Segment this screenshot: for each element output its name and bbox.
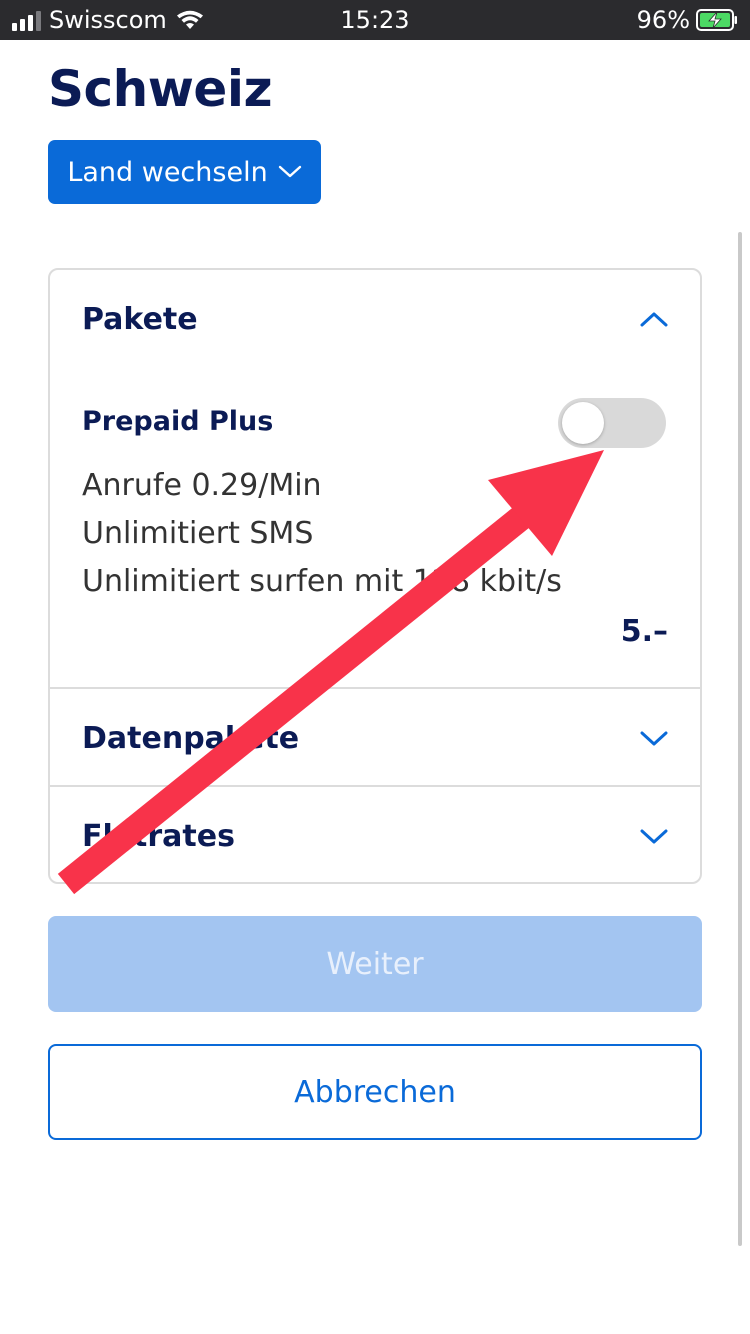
chevron-up-icon	[640, 312, 668, 327]
toggle-knob	[562, 402, 604, 444]
package-feature: Unlimitiert SMS	[82, 516, 314, 551]
package-accordion: Pakete Prepaid Plus Anrufe 0.29/Min Unli…	[48, 268, 702, 884]
next-button[interactable]: Weiter	[48, 916, 702, 1012]
change-country-label: Land wechseln	[67, 156, 268, 188]
section-header-flatrates[interactable]: Flatrates	[50, 787, 700, 882]
battery-charging-icon	[696, 9, 737, 31]
section-label: Datenpakete	[82, 720, 300, 756]
package-name: Prepaid Plus	[82, 406, 274, 437]
status-bar: Swisscom 15:23 96%	[0, 0, 750, 40]
change-country-button[interactable]: Land wechseln	[48, 140, 321, 204]
page-title: Schweiz	[48, 60, 273, 118]
status-bar-right: 96%	[637, 0, 738, 40]
section-label: Flatrates	[82, 818, 235, 854]
package-price: 5.–	[620, 614, 668, 649]
chevron-down-icon	[640, 731, 668, 746]
section-header-datenpakete[interactable]: Datenpakete	[50, 689, 700, 787]
package-feature: Anrufe 0.29/Min	[82, 468, 322, 503]
chevron-down-icon	[278, 165, 301, 178]
battery-percent: 96%	[636, 6, 690, 34]
scrollbar[interactable]	[738, 232, 742, 1246]
cancel-button[interactable]: Abbrechen	[48, 1044, 702, 1140]
section-header-pakete[interactable]: Pakete	[50, 270, 700, 368]
chevron-down-icon	[640, 829, 668, 844]
package-toggle[interactable]	[558, 398, 666, 448]
section-label: Pakete	[82, 301, 198, 337]
package-feature: Unlimitiert surfen mit 128 kbit/s	[82, 564, 562, 599]
